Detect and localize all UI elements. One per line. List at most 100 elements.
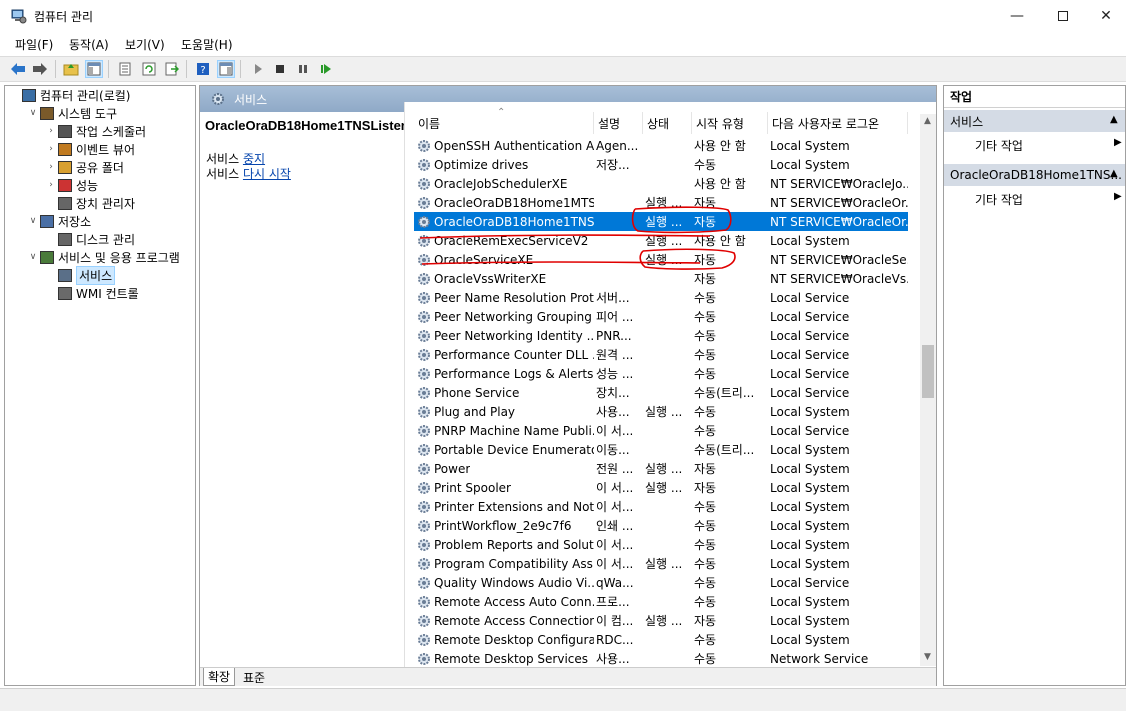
service-description-text: 이 서... [596, 538, 634, 552]
service-row[interactable]: Optimize drives 저장... 수동 Local System [414, 155, 908, 174]
tree-item[interactable]: › 공유 폴더 [44, 158, 124, 176]
service-logon-text: Local System [770, 594, 850, 609]
collapse-up-icon[interactable]: ▲ [1110, 114, 1118, 125]
start-service-button[interactable] [249, 60, 267, 78]
tree-item[interactable]: 컴퓨터 관리(로컬) [8, 86, 130, 104]
service-row[interactable]: Remote Desktop Configura... RDC... 수동 Local… [414, 630, 908, 649]
vertical-scrollbar[interactable]: ▲ ▼ [920, 114, 936, 666]
more-actions-services[interactable]: 기타 작업 [975, 137, 1023, 154]
minimize-button[interactable]: — [994, 0, 1040, 32]
service-description: 이 서... [594, 555, 643, 572]
chevron-right-icon[interactable]: › [44, 144, 58, 154]
tree-item[interactable]: 디스크 관리 [44, 230, 135, 248]
actions-section-services[interactable]: 서비스 [944, 110, 1125, 132]
service-description-text: 이 서... [596, 557, 634, 571]
service-row[interactable]: Peer Networking Grouping 피어 ... 수동 Local Se… [414, 307, 908, 326]
stop-service-button[interactable] [271, 60, 289, 78]
toolbar-separator [108, 60, 109, 78]
service-row[interactable]: Printer Extensions and Noti... 이 서... 수동 Lo… [414, 497, 908, 516]
chevron-down-icon[interactable]: ∨ [26, 108, 40, 118]
device-manager-icon [58, 196, 72, 210]
tree-item[interactable]: 장치 관리자 [44, 194, 135, 212]
chevron-right-icon[interactable]: › [44, 180, 58, 190]
tree-item[interactable]: › 작업 스케줄러 [44, 122, 146, 140]
service-row[interactable]: Print Spooler 이 서... 실행 ... 자동 Local System [414, 478, 908, 497]
service-row[interactable]: Peer Networking Identity ... PNR... 수동 Loca… [414, 326, 908, 345]
service-row[interactable]: Problem Reports and Solut... 이 서... 수동 Loca… [414, 535, 908, 554]
pause-service-button[interactable] [294, 60, 312, 78]
show-hide-tree-button[interactable] [85, 60, 103, 78]
service-row[interactable]: Quality Windows Audio Vi... qWa... 수동 Local… [414, 573, 908, 592]
service-startup-type: 수동 [692, 498, 768, 515]
column-header-startup-type[interactable]: 시작 유형 [692, 112, 768, 134]
chevron-right-icon[interactable]: › [44, 126, 58, 136]
service-row[interactable]: Remote Access Connection... 이 컴... 실행 ... 자… [414, 611, 908, 630]
close-button[interactable]: ✕ [1086, 0, 1126, 32]
service-name-text: PNRP Machine Name Publi... [434, 423, 594, 438]
service-row[interactable]: OpenSSH Authentication A... Agen... 사용 안 함… [414, 136, 908, 155]
scroll-thumb[interactable] [922, 345, 934, 398]
service-logon: Local System [768, 481, 908, 495]
refresh-button[interactable] [140, 60, 158, 78]
forward-button[interactable] [31, 60, 49, 78]
service-row[interactable]: Performance Logs & Alerts 성능 ... 수동 Local S… [414, 364, 908, 383]
show-hide-action-pane-button[interactable] [217, 60, 235, 78]
service-row[interactable]: OracleJobSchedulerXE 사용 안 함 NT SERVICE₩Ora… [414, 174, 908, 193]
service-row[interactable]: Plug and Play 사용... 실행 ... 수동 Local System [414, 402, 908, 421]
service-row[interactable]: Remote Access Auto Conn... 프로... 수동 Local S… [414, 592, 908, 611]
menu-help[interactable]: 도움말(H) [181, 36, 233, 53]
tree-item[interactable]: ∨ 시스템 도구 [26, 104, 117, 122]
tab-extended[interactable]: 확장 [203, 668, 236, 686]
menu-action[interactable]: 동작(A) [69, 36, 109, 53]
tree-item[interactable]: ∨ 서비스 및 응용 프로그램 [26, 248, 180, 266]
performance-icon [58, 178, 72, 192]
tree-item[interactable]: › 이벤트 뷰어 [44, 140, 135, 158]
service-logon-text: Local System [770, 404, 850, 419]
up-level-button[interactable] [62, 60, 80, 78]
service-row[interactable]: Program Compatibility Assi... 이 서... 실행 ..… [414, 554, 908, 573]
service-logon-text: NT SERVICE₩OracleVs... [770, 271, 908, 286]
service-row[interactable]: Phone Service 장치... 수동(트리... Local Service [414, 383, 908, 402]
menu-file[interactable]: 파일(F) [15, 36, 53, 53]
tab-standard[interactable]: 표준 [239, 668, 269, 686]
service-logon: Local Service [768, 386, 908, 400]
export-list-button[interactable] [163, 60, 181, 78]
service-startup-type-text: 수동 [694, 329, 717, 343]
tree-item[interactable]: WMI 컨트롤 [44, 284, 139, 302]
service-row[interactable]: PNRP Machine Name Publi... 이 서... 수동 Local … [414, 421, 908, 440]
service-row[interactable]: PrintWorkflow_2e9c7f6 인쇄 ... 수동 Local Syste… [414, 516, 908, 535]
service-name: PrintWorkflow_2e9c7f6 [414, 518, 594, 534]
actions-section-selected[interactable]: OracleOraDB18Home1TNS... [944, 164, 1125, 186]
help-button[interactable]: ? [194, 60, 212, 78]
gear-icon [418, 291, 430, 304]
maximize-button[interactable] [1040, 0, 1086, 32]
tree-item[interactable]: › 성능 [44, 176, 98, 194]
scroll-up-icon[interactable]: ▲ [924, 116, 931, 126]
service-row[interactable]: Peer Name Resolution Prot... 서버... 수동 Local… [414, 288, 908, 307]
properties-button[interactable] [116, 60, 134, 78]
collapse-up-icon[interactable]: ▲ [1110, 168, 1118, 179]
stop-service-link[interactable]: 중지 [243, 152, 265, 166]
column-header-status[interactable]: 상태 [643, 112, 692, 134]
restart-service-button[interactable] [317, 60, 335, 78]
restart-service-link[interactable]: 다시 시작 [243, 167, 291, 181]
tree-item-label: 서비스 및 응용 프로그램 [58, 250, 180, 265]
service-row[interactable]: Remote Desktop Services 사용... 수동 Network Se… [414, 649, 908, 668]
chevron-down-icon[interactable]: ∨ [26, 216, 40, 226]
service-row[interactable]: Performance Counter DLL ... 원격 ... 수동 Local… [414, 345, 908, 364]
menu-view[interactable]: 보기(V) [125, 36, 165, 53]
tree-item[interactable]: 서비스 [44, 265, 116, 285]
tree-item[interactable]: ∨ 저장소 [26, 212, 91, 230]
service-startup-type: 수동(트리... [692, 384, 768, 401]
chevron-right-icon[interactable]: › [44, 162, 58, 172]
service-row[interactable]: Power 전원 ... 실행 ... 자동 Local System [414, 459, 908, 478]
service-row[interactable]: Portable Device Enumerato... 이동... 수동(트리..… [414, 440, 908, 459]
back-button[interactable] [9, 60, 27, 78]
column-header-logon[interactable]: 다음 사용자로 로그온 [768, 112, 908, 134]
chevron-down-icon[interactable]: ∨ [26, 252, 40, 262]
more-actions-selected[interactable]: 기타 작업 [975, 191, 1023, 208]
services-icon [58, 268, 72, 282]
scroll-down-icon[interactable]: ▼ [924, 652, 931, 662]
column-header-description[interactable]: 설명 [594, 112, 643, 134]
toolbar-separator [240, 60, 241, 78]
